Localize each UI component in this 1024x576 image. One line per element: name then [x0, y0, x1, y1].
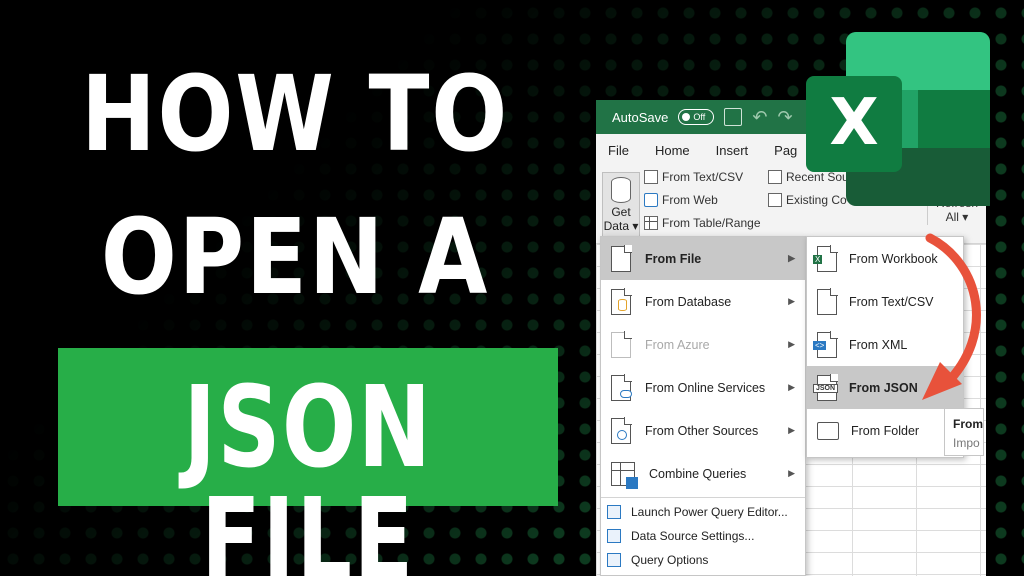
save-icon[interactable] [724, 108, 743, 126]
database-icon [611, 177, 631, 203]
file-icon [611, 245, 632, 272]
table-icon [644, 216, 658, 230]
redo-icon[interactable]: ↷ [777, 107, 792, 128]
tab-insert[interactable]: Insert [716, 143, 749, 158]
tab-home[interactable]: Home [655, 143, 690, 158]
title-line-3: JSON FILE [183, 363, 433, 576]
from-text-csv-button[interactable]: From Text/CSV [644, 170, 743, 184]
tab-file[interactable]: File [608, 143, 629, 158]
excel-logo-letter: X [829, 86, 878, 160]
data-source-icon [607, 529, 621, 543]
azure-icon [611, 331, 632, 358]
text-csv-icon [817, 288, 838, 315]
menu-item-data-source-settings[interactable]: Data Source Settings... [601, 524, 805, 548]
query-options-icon [607, 553, 621, 567]
undo-icon[interactable]: ↶ [752, 107, 767, 128]
menu-item-launch-power-query[interactable]: Launch Power Query Editor... [601, 500, 805, 524]
from-table-range-button[interactable]: From Table/Range [644, 216, 761, 230]
get-data-button[interactable]: Get Data ▾ [602, 172, 640, 240]
workbook-icon: X [813, 245, 838, 272]
title-line-2: OPEN A [100, 196, 490, 318]
menu-item-from-file[interactable]: From File ▶ [601, 237, 805, 280]
text-file-icon [644, 170, 658, 184]
menu-item-from-azure: From Azure ▶ [601, 323, 805, 366]
json-icon: JSON [813, 374, 839, 401]
menu-item-query-options[interactable]: Query Options [601, 548, 805, 572]
pointer-arrow-icon [922, 233, 981, 400]
online-services-icon [611, 374, 632, 401]
power-query-icon [607, 505, 621, 519]
recent-sources-icon [768, 170, 782, 184]
combine-queries-icon [611, 461, 638, 489]
menu-item-from-database[interactable]: From Database ▶ [601, 280, 805, 323]
existing-connections-icon [768, 193, 782, 207]
autosave-label: AutoSave [612, 109, 669, 125]
menu-divider [601, 497, 805, 498]
xml-icon: <> [813, 331, 838, 358]
title-line-1: HOW TO [80, 53, 510, 175]
submenu-item-from-folder[interactable]: From Folder [807, 409, 963, 452]
autosave-toggle[interactable]: Off [678, 109, 715, 125]
folder-icon [817, 421, 839, 440]
tab-page-layout[interactable]: Pag [774, 143, 797, 158]
web-icon [644, 193, 658, 207]
menu-item-from-online-services[interactable]: From Online Services ▶ [601, 366, 805, 409]
get-data-menu: From File ▶ From Database ▶ From Azure ▶ Fr… [600, 236, 806, 576]
menu-item-combine-queries[interactable]: Combine Queries ▶ [601, 452, 805, 495]
other-sources-icon [611, 417, 632, 444]
database-icon [611, 288, 632, 315]
tooltip: From Impo [944, 408, 984, 456]
excel-logo-icon: X [806, 32, 990, 206]
menu-item-from-other-sources[interactable]: From Other Sources ▶ [601, 409, 805, 452]
from-web-button[interactable]: From Web [644, 193, 718, 207]
